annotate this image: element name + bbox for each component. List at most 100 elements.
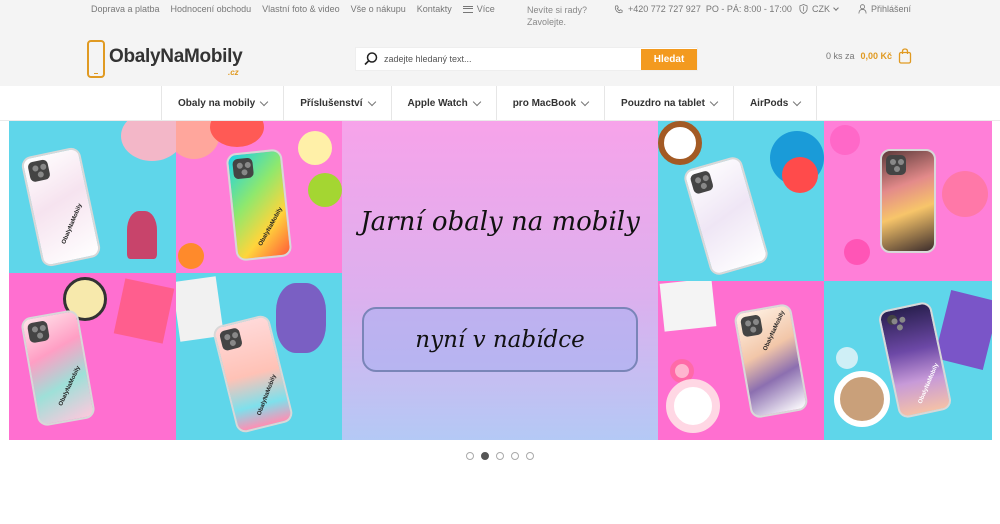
decor-tea-cup: [658, 121, 702, 165]
case-brand: ObalyNaMobily: [762, 310, 787, 352]
user-icon: [858, 4, 867, 14]
collage-tile: ObalyNaMobily: [9, 121, 176, 273]
nav-airpods[interactable]: AirPods: [734, 86, 818, 120]
site-logo[interactable]: ObalyNaMobily .cz: [87, 40, 243, 78]
nav-pro-macbook[interactable]: pro MacBook: [497, 86, 606, 120]
decor-lavender: [276, 283, 326, 353]
camera-icon: [689, 170, 715, 195]
slide-dot-3[interactable]: [496, 452, 504, 460]
case-brand: ObalyNaMobily: [917, 362, 941, 405]
phone-case: [880, 149, 936, 253]
decor-lemon: [298, 131, 332, 165]
banner-headline: Jarní obaly na mobily: [360, 207, 640, 237]
banner-cta[interactable]: nyní v nabídce: [362, 307, 638, 372]
phone-logo-icon: [87, 40, 105, 78]
decor-notebook: [934, 289, 992, 371]
phone-number: +420 772 727 927: [628, 4, 701, 14]
link-vlastni-foto[interactable]: Vlastní foto & video: [262, 4, 340, 14]
link-doprava[interactable]: Doprava a platba: [91, 4, 160, 14]
phone-case: ObalyNaMobily: [225, 148, 293, 262]
decor-airpods: [836, 347, 858, 369]
nav-prislusenstvi[interactable]: Příslušenství: [284, 86, 392, 120]
camera-icon: [232, 157, 255, 180]
chevron-down-icon: [472, 97, 481, 106]
phone-contact[interactable]: +420 772 727 927 PO - PÁ: 8:00 - 17:00: [614, 4, 792, 14]
nav-apple-watch[interactable]: Apple Watch: [392, 86, 497, 120]
more-label: Více: [476, 4, 495, 14]
top-links: Doprava a platba Hodnocení obchodu Vlast…: [91, 4, 495, 14]
slide-dot-4[interactable]: [511, 452, 519, 460]
phone-icon: [614, 4, 623, 13]
advice-text: Nevíte si rady? Zavolejte.: [527, 5, 588, 27]
camera-icon: [26, 320, 51, 344]
nav-obaly-na-mobily[interactable]: Obaly na mobily: [162, 86, 285, 120]
currency-label: CZK: [812, 4, 830, 14]
logo-text: ObalyNaMobily: [109, 46, 243, 67]
collage-tile: ObalyNaMobily: [176, 121, 342, 273]
more-menu[interactable]: Více: [462, 4, 495, 14]
phone-case: ObalyNaMobily: [733, 302, 809, 420]
top-header: Doprava a platba Hodnocení obchodu Vlast…: [0, 0, 1000, 86]
search-button[interactable]: Hledat: [641, 49, 697, 70]
camera-icon: [886, 155, 906, 175]
phone-case: [682, 154, 770, 278]
chevron-down-icon: [793, 97, 802, 106]
decor-flower: [942, 171, 988, 217]
decor-flower: [830, 125, 860, 155]
collage-tile: ObalyNaMobily: [824, 281, 992, 440]
logo-tld: .cz: [228, 68, 239, 77]
decor-notebook: [113, 278, 175, 344]
hero-banner[interactable]: ObalyNaMobily ObalyNaMobily ObalyNaMobil…: [9, 121, 992, 440]
nav-pouzdro-na-tablet[interactable]: Pouzdro na tablet: [605, 86, 734, 120]
slide-dot-5[interactable]: [526, 452, 534, 460]
collage-tile: ObalyNaMobily: [658, 281, 824, 440]
camera-icon: [218, 327, 244, 352]
decor-orange: [178, 243, 204, 269]
camera-icon: [886, 313, 899, 326]
link-hodnoceni[interactable]: Hodnocení obchodu: [171, 4, 252, 14]
camera-icon: [740, 314, 764, 338]
chevron-down-icon: [709, 97, 719, 106]
camera-icon: [27, 158, 51, 183]
cart-price: 0,00 Kč: [860, 51, 893, 61]
phone-case: ObalyNaMobily: [19, 308, 97, 428]
shield-icon: [799, 4, 808, 14]
cart-count: 0 ks za: [826, 51, 855, 61]
chevron-down-icon: [580, 97, 590, 106]
shopping-bag-icon: [898, 48, 912, 64]
chevron-down-icon: [260, 97, 269, 106]
case-brand: ObalyNaMobily: [256, 373, 278, 417]
decor-flower: [127, 211, 157, 259]
login-link[interactable]: Přihlášení: [858, 4, 911, 14]
collage-tile: ObalyNaMobily: [176, 273, 342, 440]
collage-tile: ObalyNaMobily: [9, 273, 176, 440]
decor-watermelon: [782, 157, 818, 193]
slide-dot-2[interactable]: [481, 452, 489, 460]
collage-tile: [824, 121, 992, 281]
chevron-down-icon: [367, 97, 376, 106]
case-brand: ObalyNaMobily: [61, 202, 84, 246]
currency-selector[interactable]: CZK: [799, 4, 839, 14]
collage-tile: [658, 121, 824, 281]
link-vse-o-nakupu[interactable]: Vše o nákupu: [351, 4, 406, 14]
decor-coffee-cup: [666, 379, 720, 433]
decor-grapefruit: [210, 121, 264, 147]
cart[interactable]: 0 ks za 0,00 Kč: [826, 48, 912, 64]
case-brand: ObalyNaMobily: [58, 365, 82, 408]
phone-case: ObalyNaMobily: [20, 145, 102, 269]
link-kontakty[interactable]: Kontakty: [417, 4, 452, 14]
decor-lime: [308, 173, 342, 207]
decor-notepad: [659, 281, 717, 332]
login-label: Přihlášení: [871, 4, 912, 14]
slider-dots: [466, 452, 534, 460]
chevron-down-icon: [833, 5, 839, 11]
search-bar: Hledat: [355, 47, 698, 71]
search-icon: [364, 52, 378, 66]
decor-flower: [844, 239, 870, 265]
phone-hours: PO - PÁ: 8:00 - 17:00: [705, 4, 792, 14]
main-nav: Obaly na mobily Příslušenství Apple Watc…: [161, 86, 818, 120]
menu-icon: [462, 5, 473, 13]
banner-center: Jarní obaly na mobily nyní v nabídce: [342, 121, 658, 440]
slide-dot-1[interactable]: [466, 452, 474, 460]
decor-latte: [834, 371, 890, 427]
